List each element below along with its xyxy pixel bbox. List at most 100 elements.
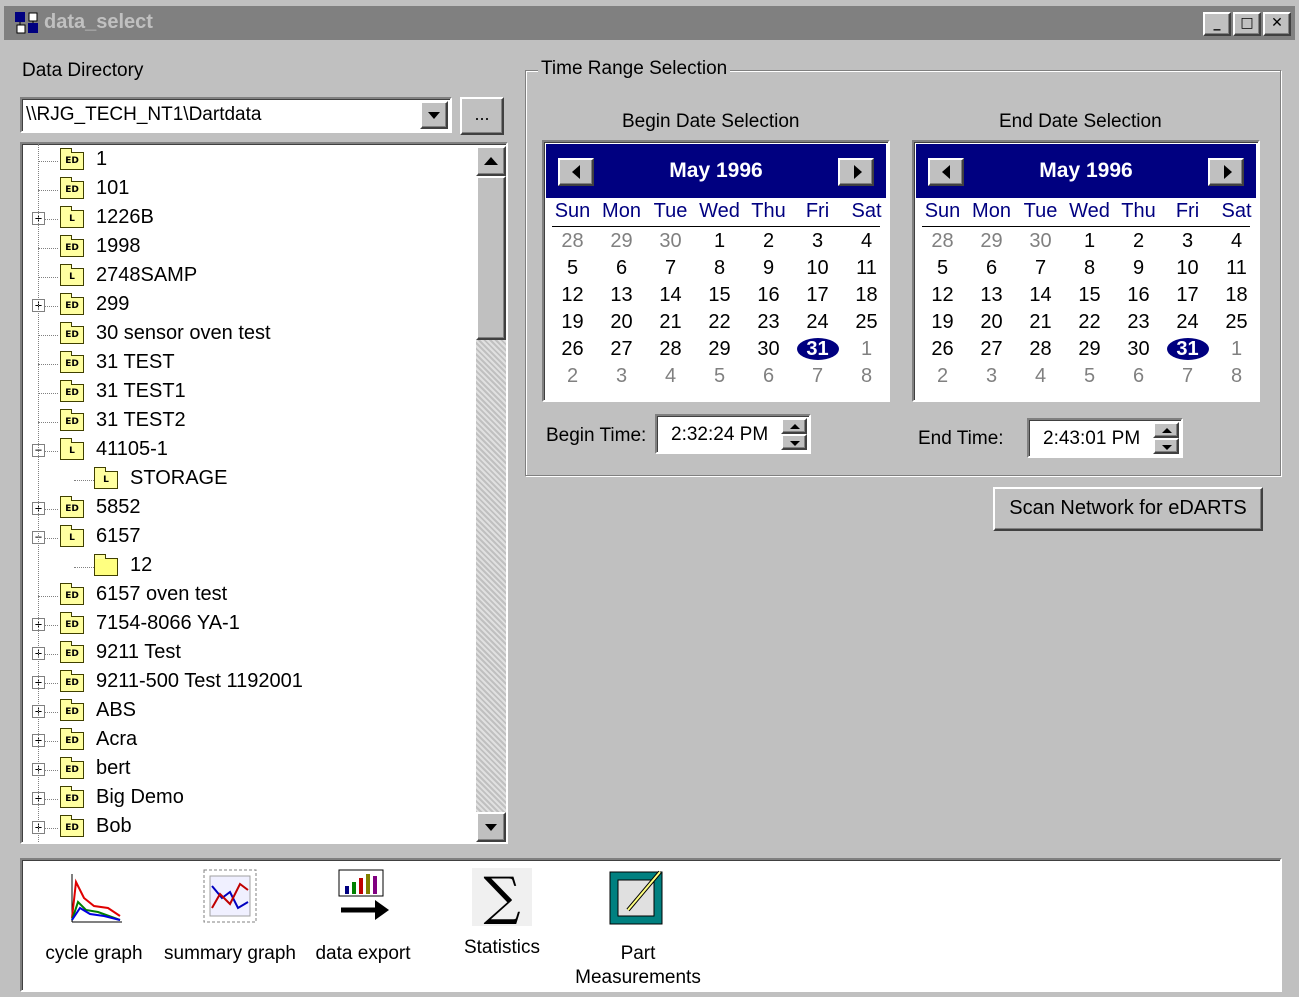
begin-day-cell[interactable]: 3: [793, 228, 842, 255]
end-day-cell[interactable]: 3: [1163, 228, 1212, 255]
begin-next-month-button[interactable]: [838, 158, 874, 186]
begin-day-cell[interactable]: 24: [793, 309, 842, 336]
begin-day-cell[interactable]: 14: [646, 282, 695, 309]
begin-selected-day[interactable]: 31: [793, 336, 842, 363]
end-day-cell[interactable]: 10: [1163, 255, 1212, 282]
scroll-down-button[interactable]: [476, 812, 506, 842]
end-day-cell[interactable]: 13: [967, 282, 1016, 309]
combo-dropdown-button[interactable]: [420, 101, 448, 129]
begin-day-cell[interactable]: 21: [646, 309, 695, 336]
end-day-cell[interactable]: 17: [1163, 282, 1212, 309]
end-prev-month-button[interactable]: [928, 158, 964, 186]
end-day-cell[interactable]: 29: [1065, 336, 1114, 363]
end-day-cell[interactable]: 23: [1114, 309, 1163, 336]
begin-day-cell[interactable]: 4: [646, 363, 695, 390]
tool-summary-graph[interactable]: summary graph: [164, 868, 296, 966]
end-day-cell[interactable]: 6: [967, 255, 1016, 282]
end-day-cell[interactable]: 19: [918, 309, 967, 336]
end-day-cell[interactable]: 30: [1016, 228, 1065, 255]
begin-time-spin-up[interactable]: [781, 418, 807, 434]
end-next-month-button[interactable]: [1208, 158, 1244, 186]
end-time-spin-down[interactable]: [1153, 438, 1179, 454]
begin-day-cell[interactable]: 27: [597, 336, 646, 363]
browse-button[interactable]: ...: [460, 97, 504, 135]
end-day-cell[interactable]: 24: [1163, 309, 1212, 336]
end-time-spin-up[interactable]: [1153, 422, 1179, 438]
end-day-cell[interactable]: 2: [1114, 228, 1163, 255]
end-day-cell[interactable]: 1: [1212, 336, 1261, 363]
begin-day-cell[interactable]: 8: [842, 363, 891, 390]
begin-day-cell[interactable]: 1: [842, 336, 891, 363]
end-day-cell[interactable]: 14: [1016, 282, 1065, 309]
close-button[interactable]: ✕: [1263, 12, 1291, 36]
end-day-cell[interactable]: 28: [1016, 336, 1065, 363]
end-day-cell[interactable]: 29: [967, 228, 1016, 255]
begin-day-cell[interactable]: 10: [793, 255, 842, 282]
begin-day-cell[interactable]: 25: [842, 309, 891, 336]
begin-day-cell[interactable]: 26: [548, 336, 597, 363]
tool-cycle-graph[interactable]: cycle graph: [42, 868, 146, 966]
begin-time-field[interactable]: 2:32:24 PM: [655, 414, 811, 454]
begin-day-cell[interactable]: 5: [548, 255, 597, 282]
begin-day-cell[interactable]: 19: [548, 309, 597, 336]
tree-vertical-scrollbar[interactable]: [476, 146, 506, 842]
end-day-cell[interactable]: 21: [1016, 309, 1065, 336]
end-day-cell[interactable]: 3: [967, 363, 1016, 390]
end-day-cell[interactable]: 27: [967, 336, 1016, 363]
directory-tree[interactable]: ED 1 ED 101 + L 1226B ED 1998 L 2748SAMP + ED 299 ED 30…: [20, 142, 508, 844]
scroll-up-button[interactable]: [476, 146, 506, 176]
begin-day-cell[interactable]: 2: [548, 363, 597, 390]
minimize-button[interactable]: _: [1203, 12, 1231, 36]
begin-day-cell[interactable]: 17: [793, 282, 842, 309]
scroll-thumb[interactable]: [476, 176, 506, 340]
begin-day-cell[interactable]: 5: [695, 363, 744, 390]
tool-statistics[interactable]: ∑ Statistics: [452, 868, 552, 960]
begin-day-cell[interactable]: 30: [744, 336, 793, 363]
begin-day-cell[interactable]: 8: [695, 255, 744, 282]
end-day-cell[interactable]: 20: [967, 309, 1016, 336]
begin-day-cell[interactable]: 28: [646, 336, 695, 363]
end-day-cell[interactable]: 26: [918, 336, 967, 363]
scan-network-button[interactable]: Scan Network for eDARTS: [993, 487, 1263, 531]
end-time-field[interactable]: 2:43:01 PM: [1027, 418, 1183, 458]
begin-day-cell[interactable]: 7: [646, 255, 695, 282]
begin-time-spin-down[interactable]: [781, 434, 807, 450]
begin-day-cell[interactable]: 9: [744, 255, 793, 282]
end-day-cell[interactable]: 4: [1212, 228, 1261, 255]
end-date-calendar[interactable]: May 1996 Sun Mon Tue Wed Thu Fri Sat 28 29 30 1 2 3 4…: [912, 140, 1260, 402]
begin-day-cell[interactable]: 7: [793, 363, 842, 390]
begin-day-cell[interactable]: 18: [842, 282, 891, 309]
maximize-button[interactable]: □: [1233, 12, 1261, 36]
begin-day-cell[interactable]: 30: [646, 228, 695, 255]
begin-day-cell[interactable]: 3: [597, 363, 646, 390]
end-selected-day[interactable]: 31: [1163, 336, 1212, 363]
end-day-cell[interactable]: 7: [1016, 255, 1065, 282]
end-day-cell[interactable]: 16: [1114, 282, 1163, 309]
end-day-cell[interactable]: 4: [1016, 363, 1065, 390]
begin-day-cell[interactable]: 6: [597, 255, 646, 282]
begin-day-cell[interactable]: 12: [548, 282, 597, 309]
end-day-cell[interactable]: 12: [918, 282, 967, 309]
data-directory-combo[interactable]: \\RJG_TECH_NT1\Dartdata: [20, 97, 452, 133]
begin-day-cell[interactable]: 29: [695, 336, 744, 363]
tool-part-measurements[interactable]: Part Measurements: [570, 868, 706, 990]
end-day-cell[interactable]: 25: [1212, 309, 1261, 336]
end-day-cell[interactable]: 8: [1212, 363, 1261, 390]
end-day-cell[interactable]: 7: [1163, 363, 1212, 390]
end-day-cell[interactable]: 30: [1114, 336, 1163, 363]
begin-day-cell[interactable]: 13: [597, 282, 646, 309]
end-day-cell[interactable]: 8: [1065, 255, 1114, 282]
end-day-cell[interactable]: 6: [1114, 363, 1163, 390]
begin-day-cell[interactable]: 28: [548, 228, 597, 255]
begin-prev-month-button[interactable]: [558, 158, 594, 186]
end-day-cell[interactable]: 1: [1065, 228, 1114, 255]
end-day-cell[interactable]: 22: [1065, 309, 1114, 336]
begin-day-cell[interactable]: 23: [744, 309, 793, 336]
end-day-cell[interactable]: 18: [1212, 282, 1261, 309]
begin-day-cell[interactable]: 2: [744, 228, 793, 255]
end-day-cell[interactable]: 5: [918, 255, 967, 282]
tool-data-export[interactable]: data export: [308, 868, 418, 966]
end-day-cell[interactable]: 15: [1065, 282, 1114, 309]
begin-day-cell[interactable]: 11: [842, 255, 891, 282]
end-day-cell[interactable]: 5: [1065, 363, 1114, 390]
